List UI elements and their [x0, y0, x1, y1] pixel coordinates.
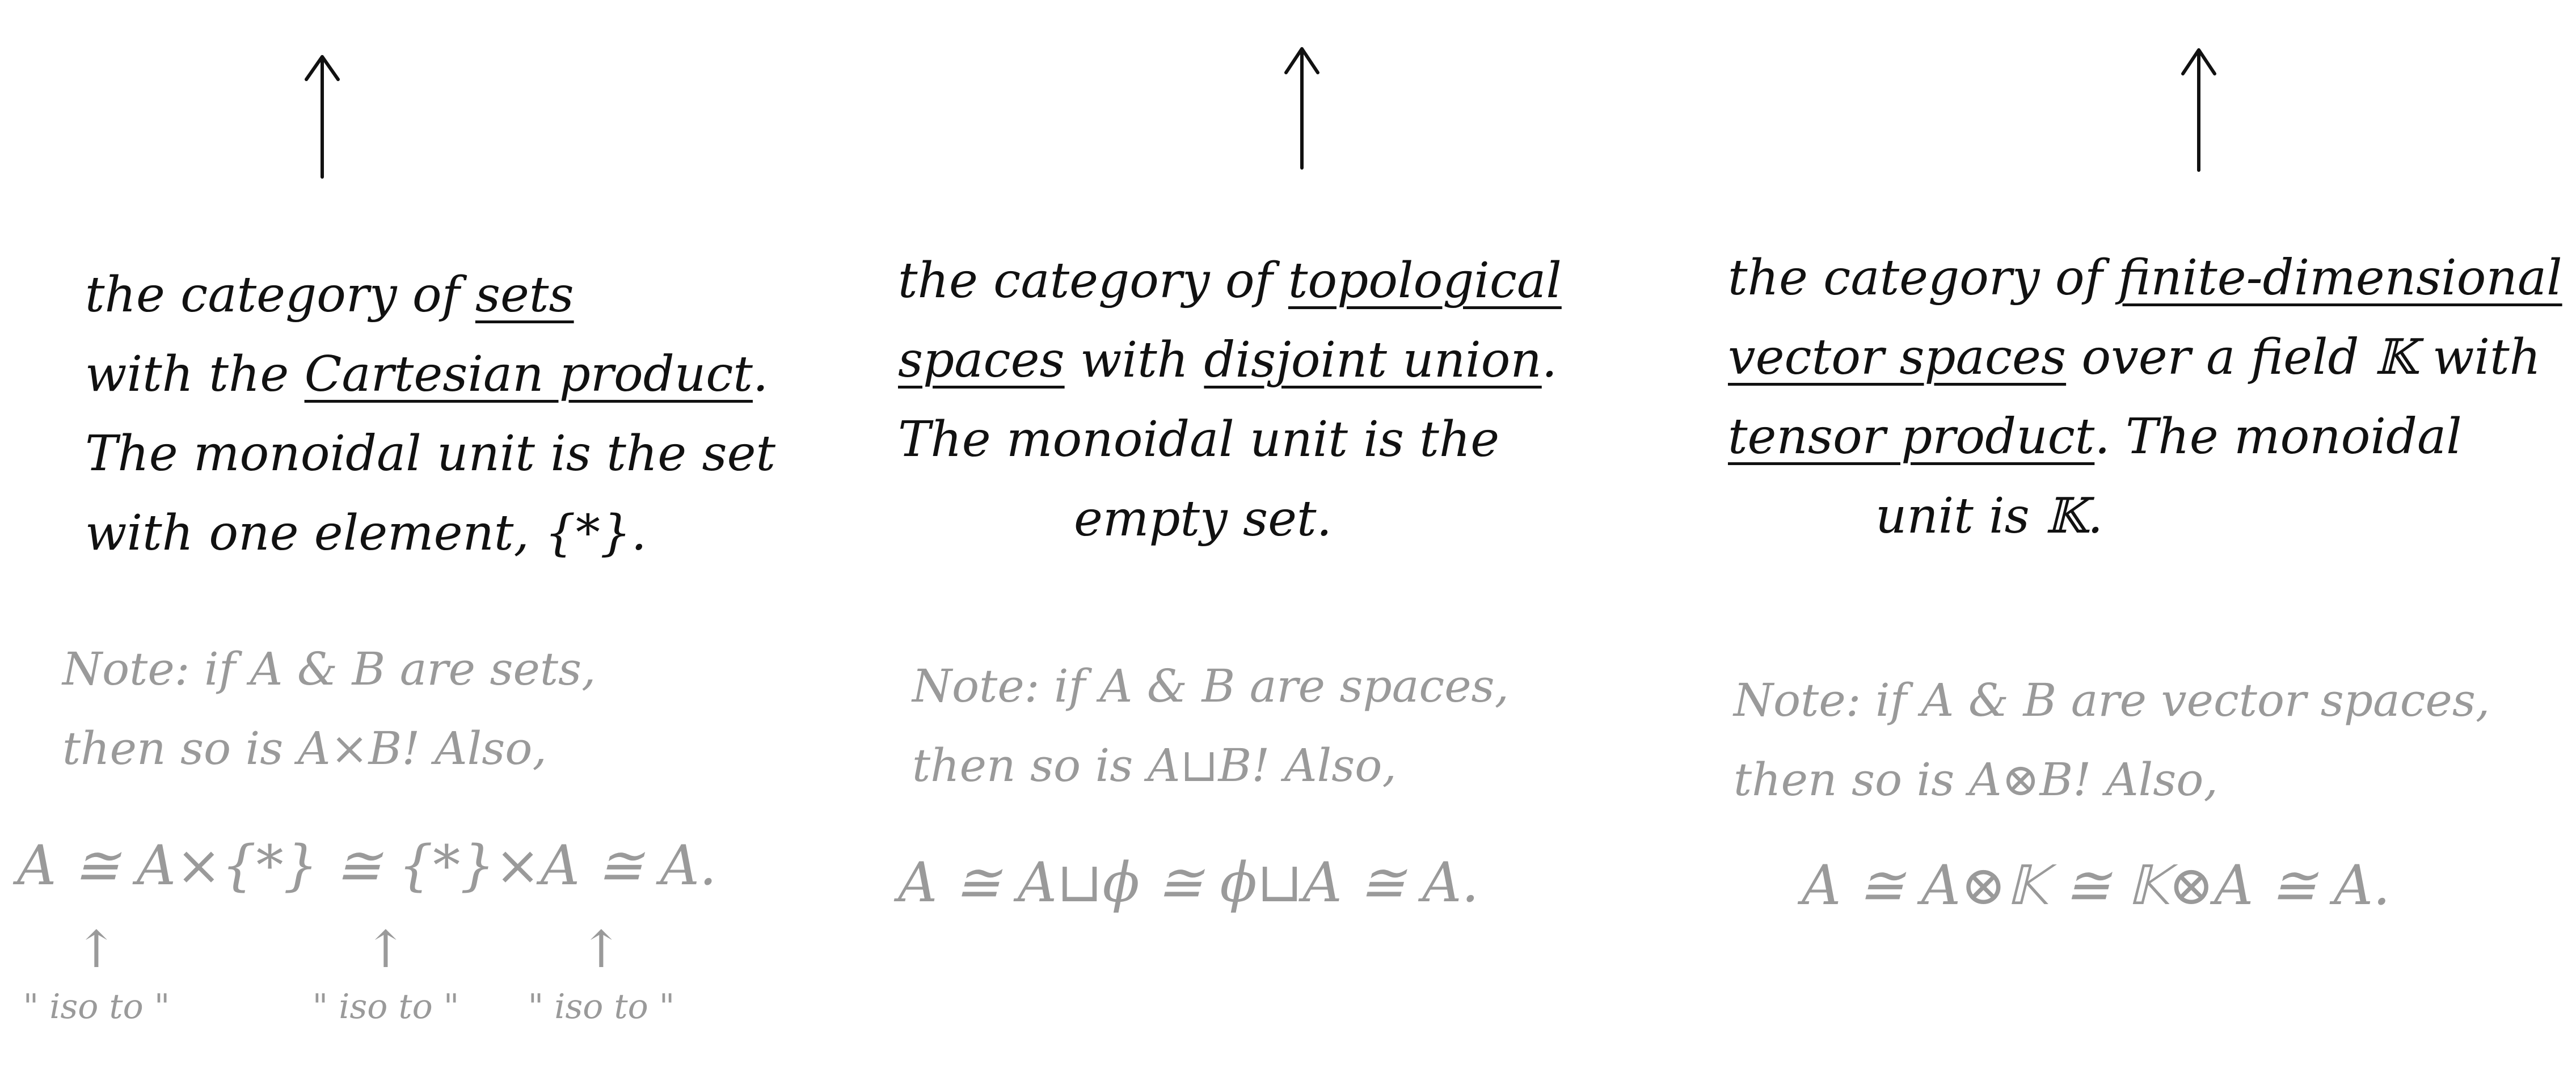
text-fragment: . [752, 346, 769, 403]
small-up-arrow-icon: ↑ [75, 920, 118, 980]
description-line-1: the category of sets [85, 255, 775, 335]
iso-annotation: ↑ " iso to " [511, 925, 692, 1027]
iso-annotation: ↑ " iso to " [6, 925, 187, 1027]
note-line-2: then so is A×B! Also, [62, 722, 547, 775]
term-disjoint-union: disjoint union [1204, 332, 1542, 389]
description-line-2: vector spaces over a field 𝕂 with [1728, 318, 2562, 397]
iso-label: " iso to " [23, 987, 170, 1027]
note-line-1: Note: if A & B are vector spaces, [1734, 674, 2490, 727]
up-arrow-icon [2181, 48, 2216, 172]
note-line-2: then so is A⊔B! Also, [912, 739, 1397, 792]
panel-description: the category of finite-dimensional vecto… [1728, 238, 2562, 556]
text-fragment: the category of [1728, 250, 2118, 306]
note: Note: if A & B are spaces, then so is A⊔… [912, 647, 1509, 805]
text-fragment: . The monoidal [2094, 408, 2462, 465]
small-up-arrow-icon: ↑ [364, 920, 407, 980]
iso-equation: A ≅ A⊔ϕ ≅ ϕ⊔A ≅ A. [898, 851, 1479, 914]
term-sets: sets [475, 267, 574, 323]
description-line-3: tensor product. The monoidal [1728, 397, 2562, 476]
iso-equation: A ≅ A⊗𝕂 ≅ 𝕂⊗A ≅ A. [1802, 854, 2391, 917]
iso-equation: A ≅ A×{*} ≅ {*}×A ≅ A. [17, 834, 717, 897]
text-fragment: . [1541, 332, 1558, 389]
description-line-4: with one element, {*}. [85, 505, 647, 562]
text-fragment: the category of [85, 267, 475, 323]
term-finite-dimensional: finite-dimensional [2118, 250, 2562, 306]
note-line-1: Note: if A & B are sets, [62, 643, 596, 695]
term-vector-spaces: vector spaces [1728, 329, 2067, 386]
term-tensor-product: tensor product [1728, 408, 2095, 465]
note: Note: if A & B are sets, then so is A×B!… [62, 630, 596, 788]
description-line-2: spaces with disjoint union. [898, 320, 1562, 400]
description-line-1: the category of topological [898, 241, 1562, 320]
up-arrow-icon [305, 55, 340, 179]
description-line-4: unit is 𝕂. [1875, 488, 2103, 544]
note: Note: if A & B are vector spaces, then s… [1734, 661, 2490, 820]
description-line-4: empty set. [1074, 491, 1332, 547]
panel-description: the category of sets with the Cartesian … [85, 255, 775, 573]
iso-annotation: ↑ " iso to " [295, 925, 477, 1027]
term-topological: topological [1288, 252, 1562, 309]
note-line-1: Note: if A & B are spaces, [912, 660, 1510, 712]
description-line-2: with the Cartesian product. [85, 335, 775, 414]
up-arrow-icon [1284, 47, 1319, 170]
text-fragment: the category of [898, 252, 1288, 309]
panel-vector-spaces: the category of finite-dimensional vecto… [1717, 0, 2576, 1089]
term-spaces: spaces [898, 332, 1065, 389]
panel-sets: the category of sets with the Cartesian … [0, 0, 858, 1089]
panel-description: the category of topological spaces with … [898, 241, 1562, 559]
iso-label: " iso to " [312, 987, 459, 1027]
description-line-1: the category of finite-dimensional [1728, 238, 2562, 318]
text-fragment: with [1064, 332, 1204, 389]
iso-label: " iso to " [528, 987, 675, 1027]
text-fragment: over a field 𝕂 with [2066, 329, 2541, 386]
small-up-arrow-icon: ↑ [580, 920, 623, 980]
description-line-3: The monoidal unit is the [898, 411, 1500, 468]
panel-topological-spaces: the category of topological spaces with … [858, 0, 1717, 1089]
text-fragment: with the [85, 346, 305, 403]
description-line-3: The monoidal unit is the set [85, 425, 776, 482]
note-line-2: then so is A⊗B! Also, [1734, 753, 2218, 806]
term-cartesian-product: Cartesian product [304, 346, 753, 403]
